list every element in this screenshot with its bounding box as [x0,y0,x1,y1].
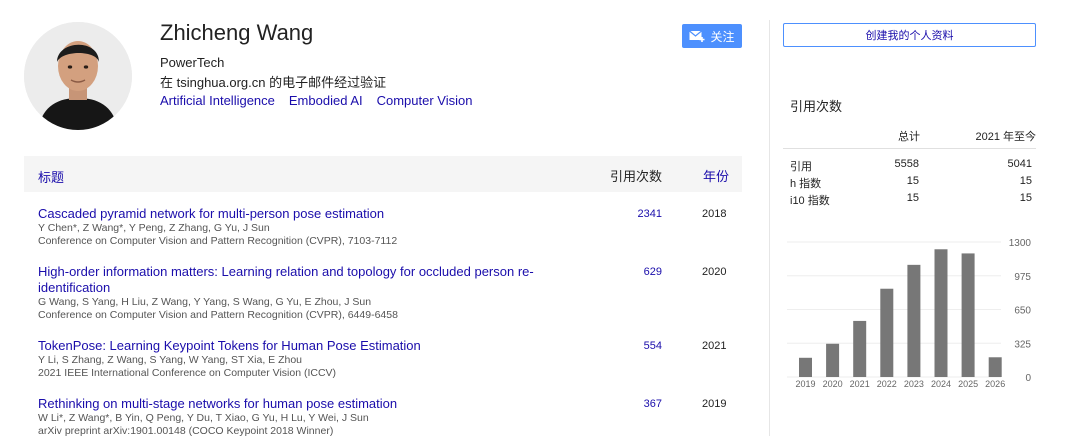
stat-since: 15 [1019,192,1032,204]
stat-since: 15 [1019,175,1032,187]
citation-stats-header: 总计 2021 年至今 [783,122,1036,149]
citation-count[interactable]: 554 [618,340,662,352]
x-tick-label: 2025 [958,379,978,389]
chart-bar[interactable] [988,357,1002,377]
x-tick-label: 2022 [877,379,897,389]
profile-affiliation: PowerTech [160,55,225,70]
publications-header: 标题 引用次数 年份 [24,156,742,192]
publication-venue: Conference on Computer Vision and Patter… [38,309,398,321]
publication-title[interactable]: High-order information matters: Learning… [38,264,578,296]
publication-row: High-order information matters: Learning… [38,264,742,322]
interest-link[interactable]: Computer Vision [377,93,473,108]
interest-link[interactable]: Artificial Intelligence [160,93,275,108]
y-tick-label: 975 [1014,272,1031,283]
column-since: 2021 年至今 [975,131,1036,143]
sort-by-title[interactable]: 标题 [38,167,64,186]
envelope-plus-icon [689,30,705,42]
y-tick-label: 325 [1014,339,1031,350]
publication-authors: G Wang, S Yang, H Liu, Z Wang, Y Yang, S… [38,296,372,308]
research-interests: Artificial Intelligence Embodied AI Comput… [160,93,486,108]
publication-venue: arXiv preprint arXiv:1901.00148 (COCO Ke… [38,425,334,437]
citation-count[interactable]: 2341 [618,208,662,220]
stats-row-h-index: h 指数 15 15 [790,175,1032,190]
stats-row-i10-index: i10 指数 15 15 [790,192,1032,207]
stat-all: 15 [906,192,919,204]
publication-title[interactable]: TokenPose: Learning Keypoint Tokens for … [38,338,578,354]
profile-photo [24,22,132,130]
y-tick-label: 1300 [1009,238,1032,249]
stat-label: h 指数 [790,178,822,190]
publication-title[interactable]: Rethinking on multi-stage networks for h… [38,396,578,412]
chart-bar[interactable] [934,249,948,377]
citation-count[interactable]: 629 [618,266,662,278]
sort-by-year[interactable]: 年份 [703,166,729,185]
x-tick-label: 2019 [795,379,815,389]
stat-all: 5558 [894,158,919,170]
publication-row: Cascaded pyramid network for multi-perso… [38,206,742,248]
create-profile-button[interactable]: 创建我的个人资料 [783,23,1036,47]
chart-bar[interactable] [799,357,812,377]
publication-year: 2018 [702,208,727,220]
stats-row-citations: 引用 5558 5041 [790,158,1032,173]
cited-by-heading: 引用次数 [790,99,843,114]
publication-row: TokenPose: Learning Keypoint Tokens for … [38,338,742,380]
chart-bar[interactable] [880,288,894,377]
follow-label: 关注 [710,29,735,44]
x-tick-label: 2024 [931,379,951,389]
x-tick-label: 2023 [904,379,924,389]
y-tick-label: 650 [1014,306,1031,317]
publication-authors: W Li*, Z Wang*, B Yin, Q Peng, Y Du, T X… [38,412,369,424]
citation-count[interactable]: 367 [618,398,662,410]
chart-bar[interactable] [961,253,975,377]
profile-name: Zhicheng Wang [160,20,314,45]
chart-bar[interactable] [853,320,867,377]
x-tick-label: 2021 [850,379,870,389]
x-tick-label: 2020 [823,379,843,389]
y-tick-label: 0 [1025,373,1031,384]
column-all: 总计 [898,131,920,143]
chart-bar[interactable] [826,343,840,377]
stat-since: 5041 [1007,158,1032,170]
follow-button[interactable]: 关注 [682,24,742,48]
publication-year: 2019 [702,398,727,410]
verified-email-note: 在 tsinghua.org.cn 的电子邮件经过验证 [160,75,387,90]
publication-year: 2021 [702,340,727,352]
publication-authors: Y Li, S Zhang, Z Wang, S Yang, W Yang, S… [38,354,303,366]
column-divider [769,20,770,436]
citations-per-year-chart: 1300 975 650 325 0 2019 2020 2021 2022 2023 2024 20… [787,238,1032,389]
x-tick-label: 2026 [985,379,1005,389]
chart-bar[interactable] [907,264,921,377]
stat-label: 引用 [790,161,812,173]
publication-venue: Conference on Computer Vision and Patter… [38,235,398,247]
interest-link[interactable]: Embodied AI [289,93,363,108]
publication-venue: 2021 IEEE International Conference on Co… [38,367,337,379]
publication-title[interactable]: Cascaded pyramid network for multi-perso… [38,206,578,222]
stat-label: i10 指数 [790,195,830,207]
publication-row: Rethinking on multi-stage networks for h… [38,396,742,438]
sort-by-cites[interactable]: 引用次数 [610,166,662,185]
publication-year: 2020 [702,266,727,278]
publication-authors: Y Chen*, Z Wang*, Y Peng, Z Zhang, G Yu,… [38,222,270,234]
stat-all: 15 [906,175,919,187]
